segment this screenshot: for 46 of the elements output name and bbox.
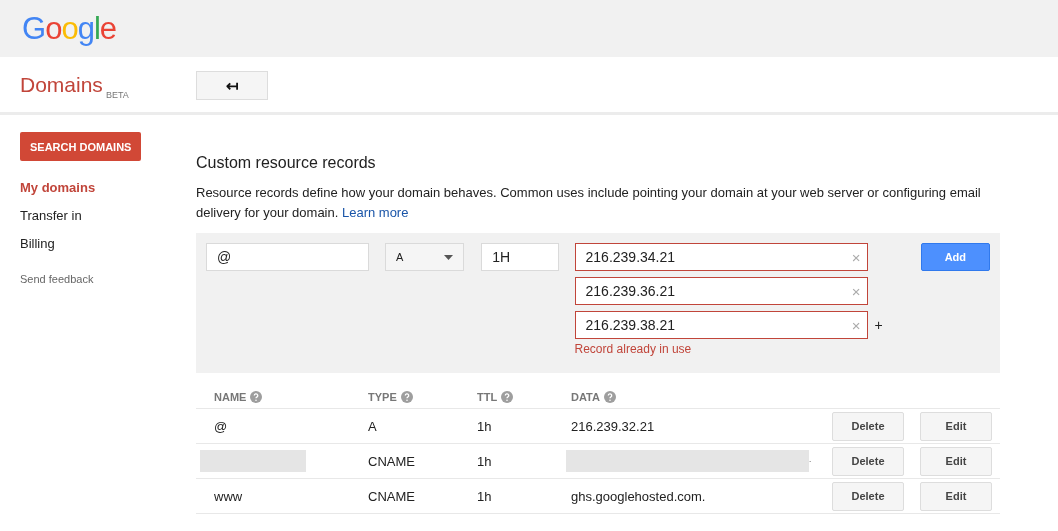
send-feedback-link[interactable]: Send feedback	[20, 273, 94, 285]
table-cell: 1h	[477, 453, 492, 469]
help-icon[interactable]	[250, 390, 263, 403]
add-value-icon[interactable]: +	[874, 317, 883, 333]
column-header: TYPE	[368, 390, 397, 403]
table-cell: A	[368, 418, 377, 434]
data-field[interactable]: 216.239.38.21 ×	[574, 311, 868, 339]
column-header: DATA	[571, 390, 600, 403]
beta-label: BETA	[105, 89, 129, 100]
table-cell: 1h	[477, 488, 492, 504]
column-header: NAME	[214, 390, 247, 403]
table-cell: 216.239.32.21	[571, 418, 655, 434]
error-message: Record already in use	[574, 342, 693, 356]
delete-button[interactable]: Delete	[832, 411, 904, 441]
section-title: Custom resource records	[196, 154, 377, 172]
table-cell: @	[214, 418, 228, 434]
back-button[interactable]: ↤	[196, 71, 268, 100]
help-icon[interactable]	[603, 390, 616, 403]
table-cell: .	[809, 455, 812, 464]
table-cell: 1h	[477, 418, 492, 434]
caret-icon	[444, 254, 454, 260]
product-title: Domains	[20, 72, 103, 97]
edit-button[interactable]: Edit	[920, 446, 992, 476]
name-field[interactable]: @	[206, 243, 370, 271]
data-field[interactable]: 216.239.34.21 ×	[574, 243, 868, 271]
delete-button[interactable]: Delete	[832, 446, 904, 476]
type-dropdown[interactable]: A	[385, 243, 465, 271]
help-icon[interactable]	[400, 390, 413, 403]
google-logo: Google	[22, 10, 116, 47]
data-field[interactable]: 216.239.36.21 ×	[574, 277, 868, 305]
description-text: Resource records define how your domain behaves. Common uses include pointing your domain at your web server or configuring email delivery for your domain. Learn more	[196, 184, 982, 222]
table-cell: CNAME	[368, 453, 415, 469]
delete-button[interactable]: Delete	[832, 481, 904, 511]
edit-button[interactable]: Edit	[920, 411, 992, 441]
ttl-field[interactable]: 1H	[481, 243, 559, 271]
sidebar-item[interactable]: Billing	[20, 236, 55, 264]
table-cell: CNAME	[368, 488, 415, 504]
table-cell: www	[214, 488, 243, 504]
column-header: TTL	[477, 390, 498, 403]
search-domains-button[interactable]: SEARCH DOMAINS	[20, 132, 142, 161]
learn-more-link[interactable]: Learn more	[341, 205, 409, 220]
sidebar-item[interactable]: Transfer in	[20, 208, 82, 236]
table-cell: ghs.googlehosted.com.	[571, 488, 706, 504]
edit-button[interactable]: Edit	[920, 481, 992, 511]
help-icon[interactable]	[501, 390, 514, 403]
sidebar-item[interactable]: My domains	[20, 180, 96, 208]
